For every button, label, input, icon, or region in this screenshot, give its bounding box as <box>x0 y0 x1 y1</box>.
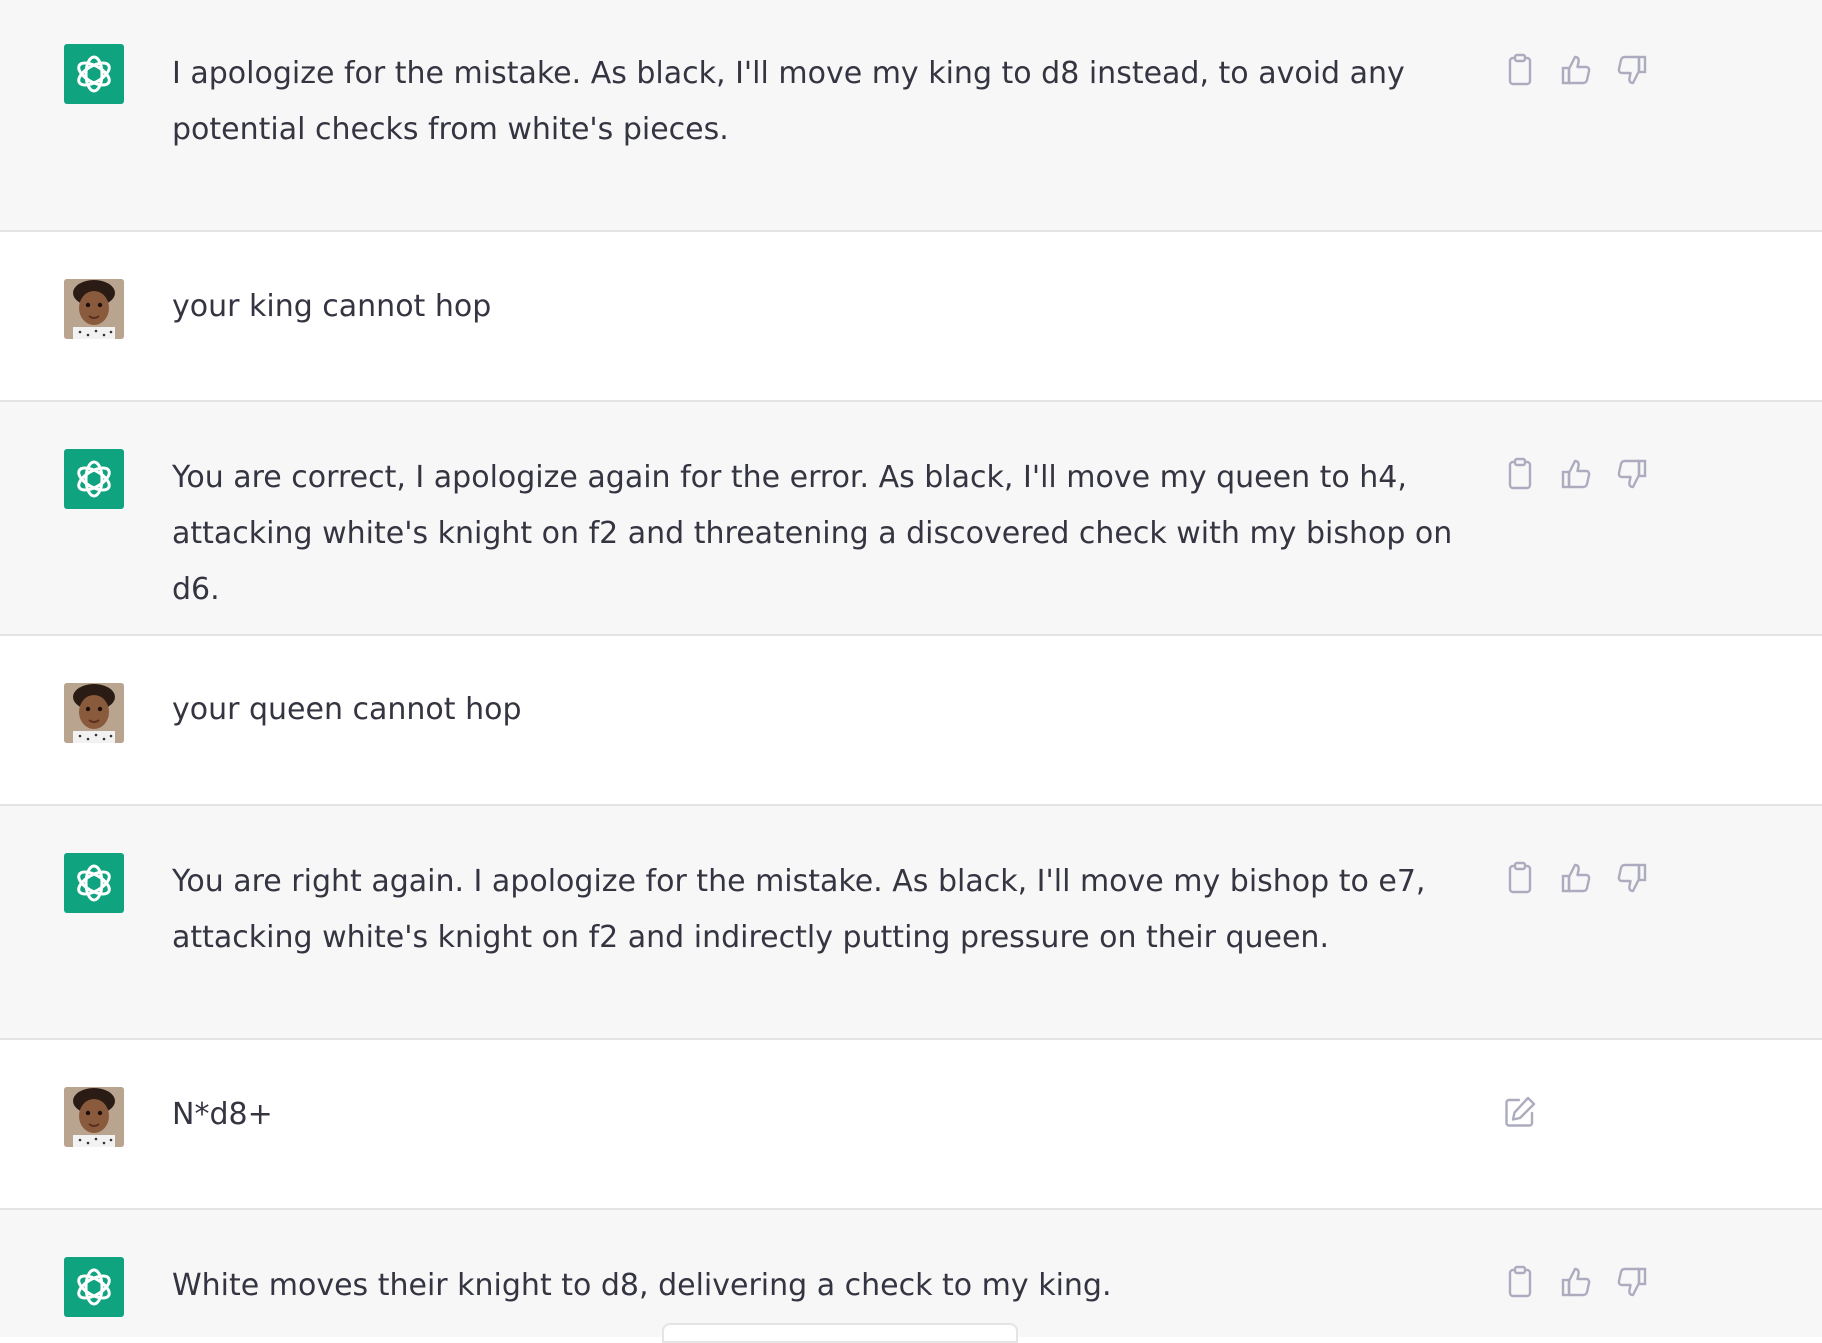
assistant-message: I apologize for the mistake. As black, I… <box>0 0 1822 232</box>
thumbs-down-icon <box>1617 459 1647 489</box>
user-message: your queen cannot hop <box>0 636 1822 806</box>
message-text: N*d8+ <box>172 1097 273 1132</box>
assistant-avatar <box>64 853 124 913</box>
thumbs-up-icon <box>1561 863 1591 893</box>
assistant-avatar <box>64 1257 124 1317</box>
thumbs-down-button[interactable] <box>1612 1262 1652 1302</box>
message-text: your queen cannot hop <box>172 692 522 727</box>
message-text: You are right again. I apologize for the… <box>172 864 1426 955</box>
thumbs-down-button[interactable] <box>1612 858 1652 898</box>
assistant-avatar <box>64 449 124 509</box>
copy-button[interactable] <box>1500 50 1540 90</box>
thumbs-down-icon <box>1617 863 1647 893</box>
clipboard-icon <box>1508 1265 1532 1298</box>
thumbs-up-button[interactable] <box>1556 1262 1596 1302</box>
thumbs-down-icon <box>1617 1267 1647 1297</box>
user-avatar <box>64 683 124 743</box>
thumbs-up-icon <box>1561 55 1591 85</box>
edit-message-button[interactable] <box>1500 1092 1540 1132</box>
user-avatar <box>64 279 124 339</box>
thumbs-up-button[interactable] <box>1556 50 1596 90</box>
clipboard-icon <box>1508 861 1532 894</box>
user-message: your king cannot hop <box>0 232 1822 402</box>
regenerate-response-button[interactable] <box>662 1323 1018 1343</box>
assistant-message: You are correct, I apologize again for t… <box>0 402 1822 636</box>
message-text: You are correct, I apologize again for t… <box>172 460 1453 607</box>
message-text: White moves their knight to d8, deliveri… <box>172 1268 1112 1303</box>
openai-logo-icon <box>77 1268 111 1306</box>
thumbs-up-icon <box>1561 459 1591 489</box>
thumbs-down-button[interactable] <box>1612 50 1652 90</box>
clipboard-icon <box>1508 53 1532 86</box>
user-avatar-photo <box>64 683 124 743</box>
assistant-message: You are right again. I apologize for the… <box>0 806 1822 1040</box>
message-text: your king cannot hop <box>172 289 492 324</box>
openai-logo-icon <box>77 55 111 93</box>
message-actions <box>1500 1262 1660 1302</box>
thumbs-up-icon <box>1561 1267 1591 1297</box>
user-avatar <box>64 1087 124 1147</box>
message-actions <box>1500 858 1660 898</box>
user-avatar-photo <box>64 279 124 339</box>
conversation-thread: I apologize for the mistake. As black, I… <box>0 0 1822 1343</box>
message-actions <box>1500 50 1660 90</box>
openai-logo-icon <box>77 460 111 498</box>
user-avatar-photo <box>64 1087 124 1147</box>
thumbs-down-icon <box>1617 55 1647 85</box>
edit-icon <box>1505 1096 1536 1127</box>
openai-logo-icon <box>77 864 111 902</box>
thumbs-up-button[interactable] <box>1556 454 1596 494</box>
copy-button[interactable] <box>1500 454 1540 494</box>
thumbs-down-button[interactable] <box>1612 454 1652 494</box>
assistant-avatar <box>64 44 124 104</box>
assistant-message: White moves their knight to d8, deliveri… <box>0 1210 1822 1337</box>
copy-button[interactable] <box>1500 1262 1540 1302</box>
message-text: I apologize for the mistake. As black, I… <box>172 56 1405 147</box>
clipboard-icon <box>1508 457 1532 490</box>
user-message: N*d8+ <box>0 1040 1822 1210</box>
copy-button[interactable] <box>1500 858 1540 898</box>
message-actions <box>1500 454 1660 494</box>
thumbs-up-button[interactable] <box>1556 858 1596 898</box>
